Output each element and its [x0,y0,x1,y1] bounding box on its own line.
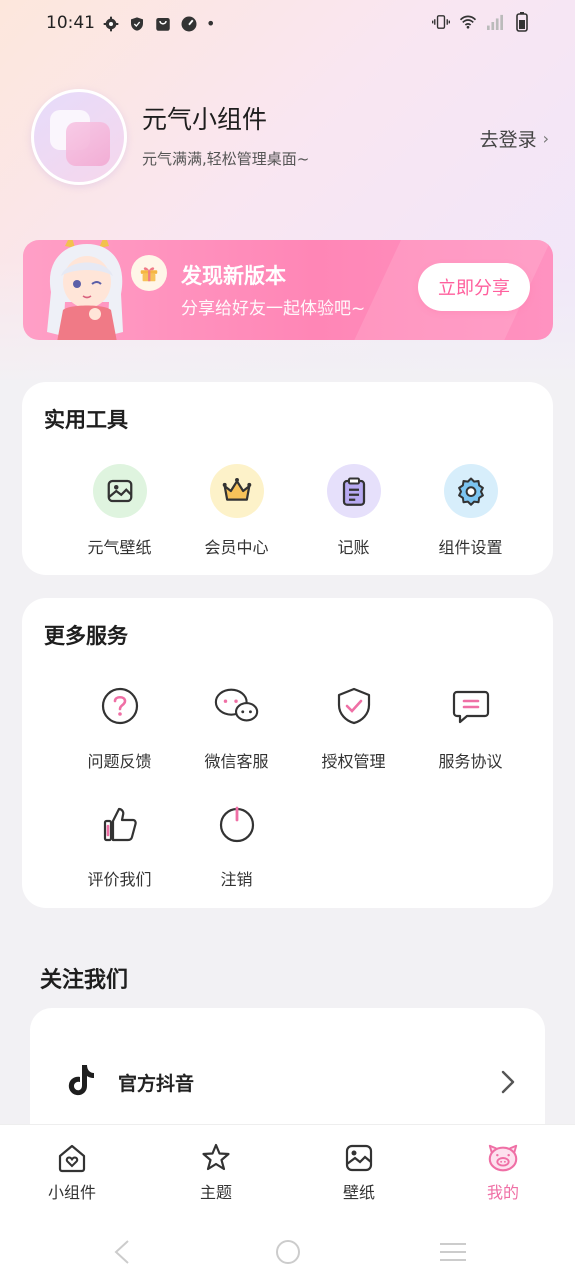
back-icon[interactable] [110,1238,134,1270]
tool-label: 元气壁纸 [87,538,152,557]
battery-icon [513,12,531,32]
tool-label: 组件设置 [438,538,503,557]
security-shield-icon [128,15,146,33]
speedometer-icon [180,15,198,33]
chevron-right-icon [500,1070,516,1098]
thumbs-up-icon [96,800,144,848]
agreement-icon [447,682,495,730]
nav-label: 壁纸 [342,1183,375,1202]
home-heart-icon [55,1141,89,1175]
services-card: 更多服务 问题反馈 微信客服 授权管理 服务协议 评价我们 注销 [22,598,553,908]
service-label: 注销 [220,870,253,889]
chevron-right-icon: › [542,129,549,148]
service-feedback[interactable]: 问题反馈 [61,682,178,772]
nav-label: 我的 [486,1183,519,1202]
tool-label: 记账 [337,538,370,557]
service-wechat[interactable]: 微信客服 [178,682,295,772]
nav-theme[interactable]: 主题 [166,1141,266,1203]
tools-card: 实用工具 元气壁纸 会员中心 记账 组件设置 [22,382,553,575]
share-now-button[interactable]: 立即分享 [418,263,530,311]
mascot-girl-icon [47,240,123,340]
avatar[interactable] [31,89,127,185]
wifi-icon [459,13,477,31]
gear-icon [443,464,498,518]
nav-mine[interactable]: 我的 [453,1141,553,1203]
wallpaper-icon [92,464,147,518]
vibrate-icon [432,13,450,31]
signal-icon [486,13,504,31]
service-label: 微信客服 [204,752,269,771]
settings-gear-icon [102,15,120,33]
banner-title: 发现新版本 [181,264,286,288]
follow-title: 关注我们 [40,968,129,993]
service-rate-us[interactable]: 评价我们 [61,800,178,890]
power-icon [213,800,261,848]
tool-label: 会员中心 [204,538,269,557]
notification-dot: • [206,14,216,33]
login-link[interactable]: 去登录 › [480,125,549,152]
gift-icon [131,255,167,291]
nav-wallpaper[interactable]: 壁纸 [309,1141,409,1203]
clipboard-icon [326,464,381,518]
question-icon [96,682,144,730]
service-label: 评价我们 [87,870,152,889]
star-icon [199,1141,233,1175]
system-nav-bar [0,1234,575,1270]
services-title: 更多服务 [44,624,128,648]
pig-face-icon [486,1141,520,1175]
profile-subtitle: 元气满满,轻松管理桌面~ [142,150,310,168]
service-label: 授权管理 [321,752,386,771]
nav-label: 主题 [199,1183,232,1202]
banner-subtitle: 分享给好友一起体验吧~ [181,299,366,319]
status-bar: 10:41 • [0,0,575,48]
recents-menu-icon[interactable] [438,1240,468,1268]
tool-bookkeeping[interactable]: 记账 [295,464,412,558]
service-label: 服务协议 [438,752,503,771]
login-label: 去登录 [479,129,537,151]
nav-label: 小组件 [47,1183,96,1202]
service-agreement[interactable]: 服务协议 [412,682,529,772]
share-banner[interactable]: 发现新版本 分享给好友一起体验吧~ 立即分享 [23,240,553,340]
service-logout[interactable]: 注销 [178,800,295,890]
status-right-icons [432,12,531,32]
crown-icon [209,464,264,518]
wechat-icon [213,682,261,730]
home-circle-icon[interactable] [274,1238,302,1270]
store-bag-icon [154,15,172,33]
shield-check-icon [330,682,378,730]
service-authorization[interactable]: 授权管理 [295,682,412,772]
picture-icon [342,1141,376,1175]
service-label: 问题反馈 [87,752,152,771]
tool-wallpaper[interactable]: 元气壁纸 [61,464,178,558]
douyin-row[interactable]: 官方抖音 [66,1060,516,1104]
avatar-shape-pink [66,122,110,166]
tools-title: 实用工具 [44,408,128,432]
nav-widgets[interactable]: 小组件 [22,1141,122,1203]
douyin-icon [66,1063,96,1101]
tool-membership[interactable]: 会员中心 [178,464,295,558]
douyin-label: 官方抖音 [118,1072,195,1095]
profile-name: 元气小组件 [142,105,268,134]
status-left-icons: • [102,14,215,33]
status-time: 10:41 [46,13,95,33]
tool-widget-settings[interactable]: 组件设置 [412,464,529,558]
